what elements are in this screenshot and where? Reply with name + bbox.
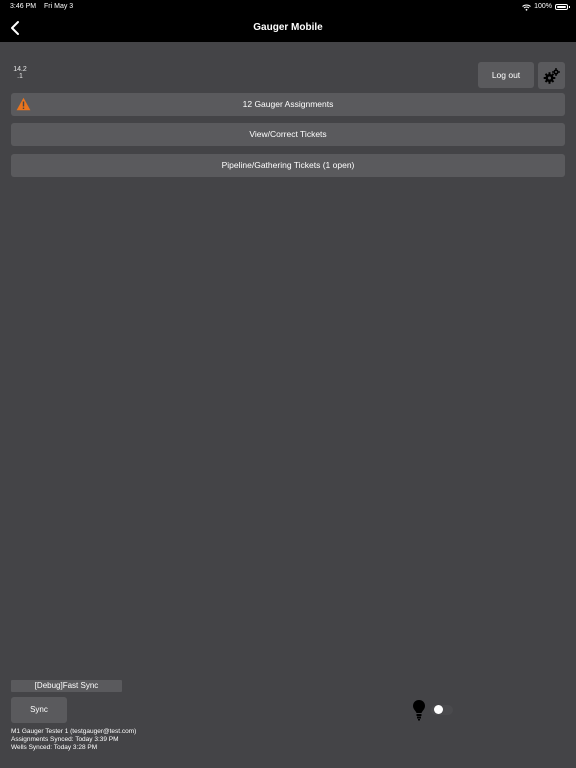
lightbulb-icon [413, 700, 425, 721]
settings-button[interactable] [538, 62, 565, 89]
view-correct-tickets-button[interactable]: View/Correct Tickets [11, 123, 565, 146]
debug-fast-sync-button[interactable]: [Debug]Fast Sync [11, 680, 122, 692]
sync-info: M1 Gauger Tester 1 (testgauger@test.com)… [11, 728, 136, 752]
app-version: 14.2 .1 [8, 66, 32, 80]
nav-bar: Gauger Mobile [0, 14, 576, 42]
version-minor: .1 [17, 73, 23, 80]
wells-synced-text: Wells Synced: Today 3:28 PM [11, 744, 98, 751]
wifi-icon [522, 4, 531, 11]
version-major: 14.2 [13, 66, 27, 73]
status-date: Fri May 3 [44, 3, 74, 10]
status-bar-right: 100% [522, 0, 570, 14]
logout-button[interactable]: Log out [478, 62, 534, 88]
gears-icon [543, 67, 560, 84]
gauger-assignments-label: 12 Gauger Assignments [242, 99, 334, 109]
status-time: 3:46 PM [10, 3, 37, 10]
sync-button[interactable]: Sync [11, 697, 67, 723]
status-bar-left: 3:46 PM Fri May 3 [10, 0, 79, 14]
status-bar: 3:46 PM Fri May 3 100% [0, 0, 576, 14]
page-title: Gauger Mobile [253, 22, 323, 33]
gauger-assignments-button[interactable]: 12 Gauger Assignments [11, 93, 565, 116]
toggle-knob [434, 705, 443, 714]
assignments-synced-text: Assignments Synced: Today 3:39 PM [11, 736, 119, 743]
light-toggle[interactable] [431, 702, 453, 717]
user-info: M1 Gauger Tester 1 (testgauger@test.com) [11, 728, 137, 735]
pipeline-gathering-tickets-button[interactable]: Pipeline/Gathering Tickets (1 open) [11, 154, 565, 177]
battery-icon [555, 4, 570, 10]
warning-triangle-icon [16, 97, 31, 111]
battery-percent: 100% [534, 3, 552, 10]
